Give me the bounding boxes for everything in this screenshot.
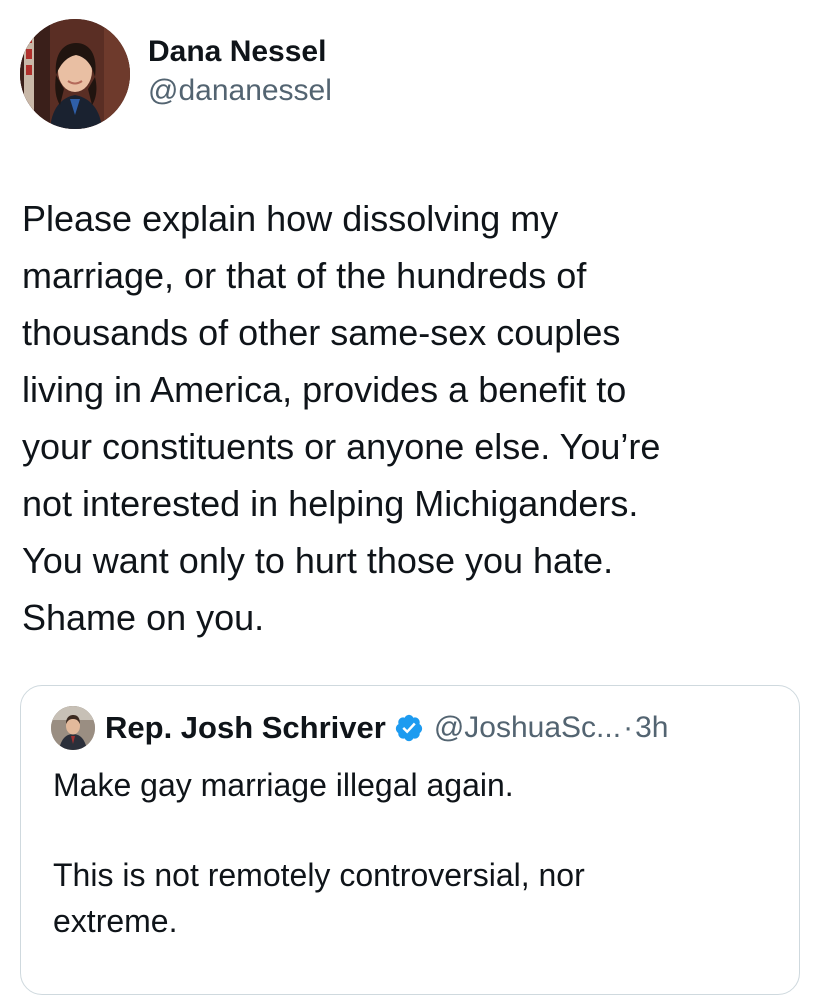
tweet-text-line: thousands of other same-sex couples: [22, 312, 621, 353]
tweet-text-line: Please explain how dissolving my: [22, 198, 559, 239]
quoted-tweet-text: Make gay marriage illegal again. This is…: [53, 762, 773, 944]
quoted-author-display-name[interactable]: Rep. Josh Schriver: [105, 710, 386, 746]
quoted-tweet-text-line: This is not remotely controversial, nor: [53, 857, 585, 893]
author-handle[interactable]: @dananessel: [148, 71, 332, 111]
author-meta: Dana Nessel @dananessel: [148, 33, 332, 111]
tweet-text-line: your constituents or anyone else. You’re: [22, 426, 661, 467]
verified-badge-icon: [394, 713, 424, 743]
quoted-avatar[interactable]: [51, 706, 95, 750]
tweet-text-line: marriage, or that of the hundreds of: [22, 255, 587, 296]
quoted-author-handle[interactable]: @JoshuaSc...: [434, 711, 621, 745]
tweet-text-line: living in America, provides a benefit to: [22, 369, 627, 410]
separator-dot: ·: [623, 711, 634, 744]
tweet: Dana Nessel @dananessel Please explain h…: [0, 0, 822, 1000]
quoted-tweet-header: Rep. Josh Schriver @JoshuaSc... · 3h: [51, 706, 668, 750]
avatar[interactable]: [20, 19, 130, 129]
quoted-tweet-card[interactable]: Rep. Josh Schriver @JoshuaSc... · 3h Mak…: [20, 685, 800, 995]
quoted-tweet-timestamp[interactable]: 3h: [635, 711, 668, 745]
avatar-photo-image: [20, 19, 130, 129]
quoted-tweet-text-line: extreme.: [53, 903, 178, 939]
tweet-text-line: Shame on you.: [22, 597, 265, 638]
author-display-name[interactable]: Dana Nessel: [148, 33, 332, 71]
tweet-text: Please explain how dissolving my marriag…: [22, 190, 802, 646]
quoted-avatar-photo-image: [51, 706, 95, 750]
tweet-text-line: not interested in helping Michiganders.: [22, 483, 639, 524]
quoted-tweet-text-line: Make gay marriage illegal again.: [53, 767, 514, 803]
tweet-text-line: You want only to hurt those you hate.: [22, 540, 614, 581]
paragraph-break: [53, 808, 773, 852]
tweet-author: Dana Nessel @dananessel: [20, 18, 332, 130]
